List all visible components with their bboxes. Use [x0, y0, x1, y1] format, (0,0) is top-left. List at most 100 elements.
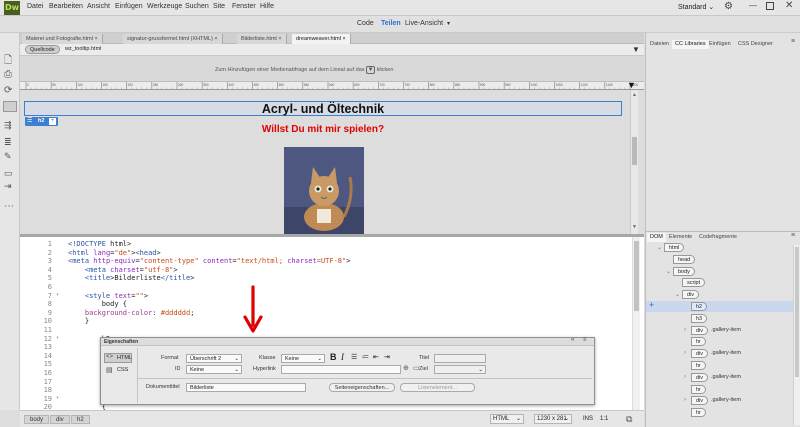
outdent-icon[interactable]: ⇤: [373, 353, 379, 361]
tab-dom[interactable]: DOM: [647, 233, 666, 242]
filter-icon[interactable]: ▼: [632, 45, 640, 54]
live-view-button[interactable]: Live-Ansicht: [405, 20, 443, 27]
media-query-bar[interactable]: Zum Hinzufügen einer Medienabfrage auf d…: [20, 56, 644, 82]
unordered-list-icon[interactable]: ☰: [351, 353, 357, 361]
dom-node-div[interactable]: div: [691, 325, 709, 335]
source-code-button[interactable]: Quellcode: [25, 45, 60, 54]
menu-einfuegen[interactable]: Einfügen: [115, 3, 143, 10]
dom-node-hr[interactable]: hr: [691, 408, 706, 418]
dom-node-script[interactable]: script: [682, 278, 706, 288]
chevron-down-icon[interactable]: ▾: [447, 20, 450, 27]
breadcrumb-div[interactable]: div: [50, 415, 70, 424]
related-file-link[interactable]: wz_tooltip.html: [65, 46, 101, 52]
collapse-icon[interactable]: «: [571, 337, 574, 343]
fold-chevron-icon[interactable]: ▾: [56, 395, 59, 401]
panel-menu-icon[interactable]: ≡: [583, 337, 587, 343]
design-scrollbar[interactable]: ▲ ▼: [630, 90, 638, 234]
properties-panel[interactable]: Eigenschaften « ≡ <> HTML ▤ CSS Format Ü…: [100, 337, 595, 405]
cat-painting-image[interactable]: [284, 147, 364, 234]
menu-fenster[interactable]: Fenster: [232, 3, 256, 10]
design-view[interactable]: Acryl- und Öltechnik ☰ h2 + Willst Du mi…: [20, 90, 644, 234]
menu-bearbeiten[interactable]: Bearbeiten: [49, 3, 83, 10]
menu-site[interactable]: Site: [213, 3, 225, 10]
html-mode-button[interactable]: <> HTML: [104, 353, 132, 363]
gear-icon[interactable]: ⚙: [724, 1, 733, 12]
target-select[interactable]: ⌄: [434, 365, 486, 374]
scroll-down-icon[interactable]: ▼: [632, 224, 637, 230]
scroll-up-icon[interactable]: ▲: [632, 92, 637, 98]
close-icon[interactable]: ×: [214, 36, 217, 42]
title-input[interactable]: [434, 354, 486, 363]
open-file-icon[interactable]: ⎙: [4, 69, 12, 80]
chevron-down-icon[interactable]: ⌄: [657, 244, 662, 251]
tab-dreamweaver[interactable]: dreamweaver.html ×: [292, 34, 351, 44]
dom-node-body[interactable]: body: [673, 266, 695, 276]
chevron-down-icon[interactable]: ⌄: [666, 268, 671, 275]
close-icon[interactable]: ×: [278, 36, 281, 42]
dom-node-div[interactable]: div: [691, 372, 709, 382]
tab-bilderliste[interactable]: Bilderliste.html ×: [237, 34, 287, 44]
css-mode-button[interactable]: ▤ CSS: [104, 366, 132, 376]
id-select[interactable]: Keine ⌄: [186, 365, 242, 374]
chevron-right-icon[interactable]: ›: [684, 374, 686, 380]
maximize-icon[interactable]: [766, 2, 774, 10]
format-select[interactable]: Überschrift 2 ⌄: [186, 354, 242, 363]
document-title-input[interactable]: Bilderliste: [186, 383, 306, 392]
dom-node-div[interactable]: div: [682, 290, 700, 300]
chevron-right-icon[interactable]: ›: [684, 397, 686, 403]
wrap-icon[interactable]: ⇶: [4, 120, 12, 131]
document-type-select[interactable]: HTML ⌄: [490, 414, 524, 424]
dom-node-head[interactable]: head: [673, 254, 696, 264]
hamburger-icon[interactable]: ☰: [27, 117, 32, 124]
format-icon[interactable]: ≣: [4, 137, 12, 148]
split-view-button[interactable]: Teilen: [381, 20, 401, 27]
list-item-button[interactable]: Listenelement...: [400, 383, 475, 392]
dom-scrollbar[interactable]: [793, 245, 800, 425]
tab-einfuegen[interactable]: Einfügen: [706, 40, 734, 49]
ordered-list-icon[interactable]: ≔: [362, 353, 369, 361]
menu-hilfe[interactable]: Hilfe: [260, 3, 274, 10]
chevron-right-icon[interactable]: ›: [684, 327, 686, 333]
italic-button[interactable]: I: [341, 352, 344, 362]
preview-icon[interactable]: ⧉: [626, 414, 632, 425]
menu-werkzeuge[interactable]: Werkzeuge: [147, 3, 182, 10]
point-to-file-icon[interactable]: ⊕: [403, 364, 409, 372]
more-tools-icon[interactable]: ⋯: [4, 201, 14, 212]
class-select[interactable]: Keine ⌄: [281, 354, 325, 363]
dom-node-hr[interactable]: hr: [691, 384, 706, 394]
menu-datei[interactable]: Datei: [27, 3, 43, 10]
tab-signatur[interactable]: signatur-grussformel.html (XHTML) ×: [123, 34, 223, 44]
close-icon[interactable]: ×: [342, 36, 345, 42]
scroll-thumb[interactable]: [632, 137, 637, 165]
dom-node-div[interactable]: div: [691, 349, 709, 359]
horizontal-ruler[interactable]: 0 50 100 150 200 250 300 350 400 450 500 550 600 650 7…: [20, 82, 644, 90]
breadcrumb-body[interactable]: body: [24, 415, 50, 424]
tab-codefragmente[interactable]: Codefragmente: [696, 233, 740, 242]
menu-suchen[interactable]: Suchen: [185, 3, 209, 10]
workspace-switcher[interactable]: Standard ⌄: [678, 3, 714, 11]
dom-node-h3[interactable]: h3: [691, 313, 708, 323]
close-icon[interactable]: ×: [94, 36, 97, 42]
indent-icon[interactable]: ⇥: [4, 181, 12, 192]
indent-icon[interactable]: ⇥: [384, 353, 390, 361]
dom-node-hr[interactable]: hr: [691, 361, 706, 370]
panel-menu-icon[interactable]: ≡: [791, 232, 795, 239]
fold-chevron-icon[interactable]: ▾: [56, 292, 59, 298]
hyperlink-input[interactable]: [281, 365, 401, 374]
properties-titlebar[interactable]: Eigenschaften « ≡: [101, 337, 594, 346]
refresh-icon[interactable]: ⟳: [4, 85, 12, 96]
code-scrollbar[interactable]: [632, 237, 640, 410]
add-element-icon[interactable]: +: [649, 300, 654, 310]
file-icon[interactable]: 🗋: [4, 53, 12, 70]
menu-ansicht[interactable]: Ansicht: [87, 3, 110, 10]
tab-css-designer[interactable]: CSS Designer: [735, 40, 776, 49]
dom-node-html[interactable]: html: [664, 243, 685, 252]
code-view-button[interactable]: Code: [357, 20, 374, 27]
tab-malerei[interactable]: Malerei und Fotografie.html ×: [22, 34, 103, 44]
insert-mode[interactable]: INS: [583, 416, 593, 422]
tab-dateien[interactable]: Dateien: [647, 40, 672, 49]
layout-icon[interactable]: [3, 101, 17, 112]
bold-button[interactable]: B: [330, 352, 337, 362]
scroll-thumb[interactable]: [795, 247, 799, 377]
window-size-select[interactable]: 1230 x 281 ⌄: [534, 414, 572, 424]
